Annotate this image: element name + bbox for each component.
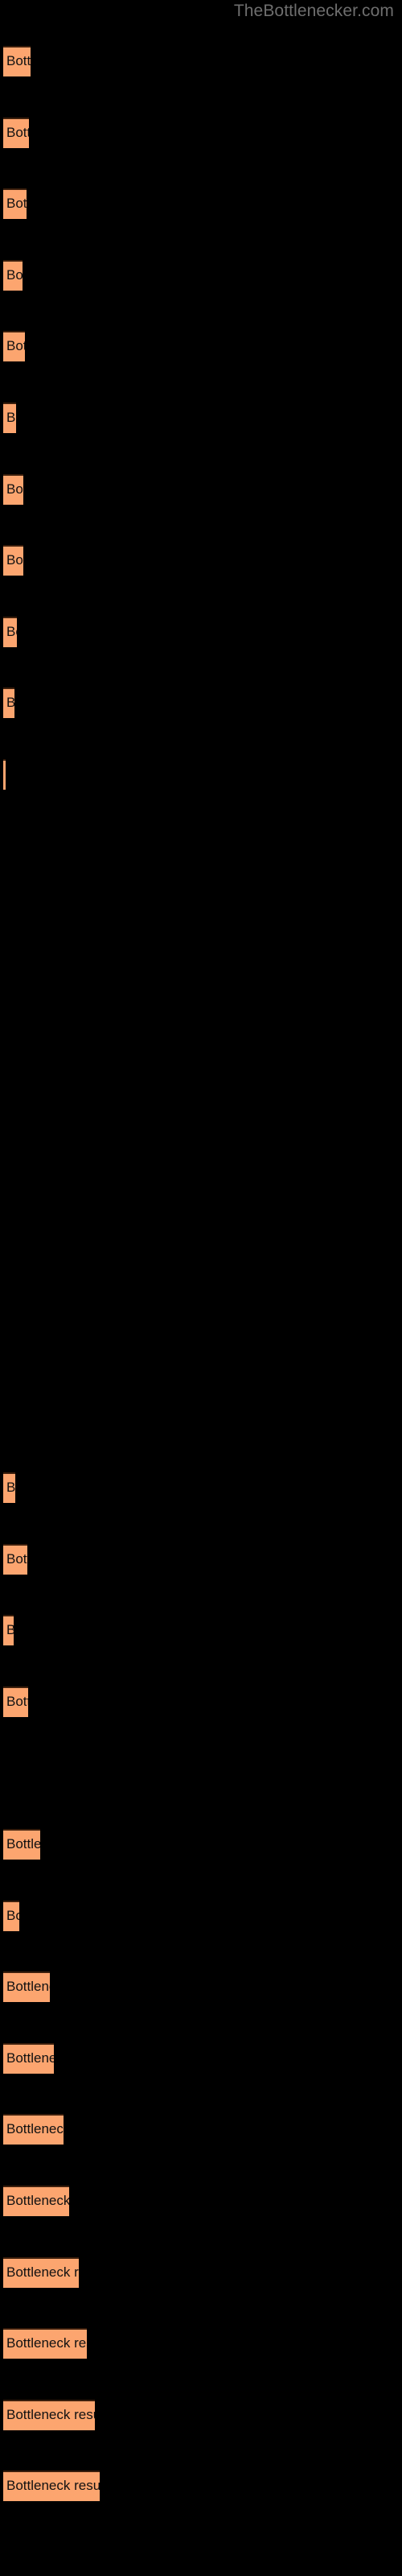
bar-row: Bottleneck result 22: [0, 1543, 402, 1575]
bar-row: [0, 1330, 402, 1360]
bar-row: Bottleneck result 30: [0, 2114, 402, 2145]
bar-row: Bottleneck result 11: [0, 759, 402, 790]
bars-layer: Bottleneck result 1 Bottleneck result 2 Bo…: [0, 0, 402, 2576]
bar-label-clip: Bottleneck result 9: [3, 617, 17, 647]
bar-row: Bottleneck result 34: [0, 2399, 402, 2430]
bar-row: Bottleneck result 2: [0, 117, 402, 148]
bar-row: Bottleneck result 8: [0, 545, 402, 576]
bar-row: Bottleneck result 33: [0, 2328, 402, 2359]
bar-label-clip: Bottleneck result 6: [3, 402, 16, 433]
bar-label: Bottleneck result 23: [6, 1622, 14, 1638]
bar-row: [0, 1258, 402, 1289]
bar-label: Bottleneck result 22: [6, 1550, 27, 1567]
bar-row: Bottleneck result 23: [0, 1615, 402, 1646]
bar-label-clip: Bottleneck result 3: [3, 188, 27, 219]
bar-label-clip: Bottleneck result 7: [3, 474, 23, 505]
bar-row: Bottleneck result 6: [0, 402, 402, 433]
bar-label: Bottleneck result 24: [6, 1693, 28, 1709]
bar-label: Bottleneck result 31: [6, 2193, 69, 2208]
bar-label-clip: Bottleneck result 35: [3, 2471, 100, 2501]
bar-row: [0, 973, 402, 1004]
bar-row: [0, 1187, 402, 1218]
bar-label: Bottleneck result 1: [6, 53, 31, 68]
bar-label-clip: Bottleneck result 27: [3, 1901, 19, 1931]
bar-chart-canvas: TheBottlenecker.com Bottleneck result 1B…: [0, 0, 402, 2576]
bar-label: Bottleneck result 4: [6, 266, 23, 283]
bar-label-clip: Bottleneck result 28: [3, 1971, 50, 2002]
bar-label: Bottleneck result 29: [6, 2050, 54, 2066]
bar-label-clip: Bottleneck result 33: [3, 2328, 87, 2359]
bar-row: Bottleneck result 31: [0, 2186, 402, 2216]
bar-label: Bottleneck result 6: [6, 410, 16, 425]
bar-label: Bottleneck result 8: [6, 552, 23, 568]
bar-row: Bottleneck result 28: [0, 1971, 402, 2003]
bar-label-clip: Bottleneck result 4: [3, 260, 23, 291]
bar-label-clip: Bottleneck result 29: [3, 2043, 54, 2074]
bar-label: Bottleneck result 9: [6, 623, 17, 639]
bar-label: Bottleneck result 10: [6, 695, 14, 711]
bar-row: [0, 1757, 402, 1788]
bar-label-clip: Bottleneck result 5: [3, 331, 25, 361]
bar-label-clip: Bottleneck result 30: [3, 2114, 64, 2145]
bar-row: Bottleneck result 4: [0, 259, 402, 291]
bar-label-clip: Bottleneck result 31: [3, 2186, 69, 2216]
bar-label: Bottleneck result 3: [6, 196, 27, 212]
bar-label-clip: Bottleneck result 11: [3, 759, 6, 790]
bar-label: Bottleneck result 34: [6, 2406, 95, 2422]
bar-label: Bottleneck result 2: [6, 124, 29, 140]
bar-row: Bottleneck result 27: [0, 1900, 402, 1931]
bar-row: Bottleneck result 9: [0, 616, 402, 647]
bar-label-clip: Bottleneck result 32: [3, 2257, 79, 2288]
bar-row: Bottleneck result 21: [0, 1472, 402, 1503]
bar-label: Bottleneck result 30: [6, 2121, 64, 2137]
bar-label: Bottleneck result 7: [6, 481, 23, 497]
bar-label-clip: Bottleneck result 2: [3, 118, 29, 148]
bar-label: Bottleneck result 27: [6, 1907, 19, 1923]
bar-label-clip: Bottleneck result 21: [3, 1472, 15, 1503]
bar-label: Bottleneck result 28: [6, 1979, 50, 1995]
bar-row: Bottleneck result 3: [0, 188, 402, 220]
bar-row: Bottleneck result 1: [0, 46, 402, 76]
bar-row: Bottleneck result 7: [0, 473, 402, 505]
bar-row: Bottleneck result 26: [0, 1829, 402, 1860]
bar-label-clip: Bottleneck result 34: [3, 2400, 95, 2430]
bar-label: Bottleneck result 35: [6, 2478, 100, 2494]
bar-row: Bottleneck result 32: [0, 2256, 402, 2288]
bar-row: [0, 902, 402, 932]
bar-label: Bottleneck result 33: [6, 2335, 87, 2351]
bar-label-clip: Bottleneck result 10: [3, 687, 14, 718]
bar-label: Bottleneck result 21: [6, 1480, 15, 1495]
bar-row: Bottleneck result 24: [0, 1686, 402, 1717]
bar-label-clip: Bottleneck result 26: [3, 1829, 40, 1860]
bar-row: [0, 831, 402, 861]
bar-label-clip: Bottleneck result 24: [3, 1686, 28, 1717]
bar-label: Bottleneck result 26: [6, 1836, 40, 1852]
bar-label-clip: Bottleneck result 22: [3, 1544, 27, 1575]
bar-row: Bottleneck result 5: [0, 331, 402, 362]
bar-label-clip: Bottleneck result 23: [3, 1615, 14, 1645]
bar-label: Bottleneck result 32: [6, 2264, 79, 2280]
bar-row: Bottleneck result 35: [0, 2471, 402, 2502]
bar-row: Bottleneck result 10: [0, 687, 402, 719]
bar-row: [0, 1116, 402, 1146]
bar-row: Bottleneck result 29: [0, 2042, 402, 2074]
bar-label-clip: Bottleneck result 8: [3, 545, 23, 576]
bar-row: [0, 1044, 402, 1075]
bar-label: Bottleneck result 5: [6, 338, 25, 354]
bar-label-clip: Bottleneck result 1: [3, 46, 31, 76]
bar-row: [0, 1401, 402, 1431]
